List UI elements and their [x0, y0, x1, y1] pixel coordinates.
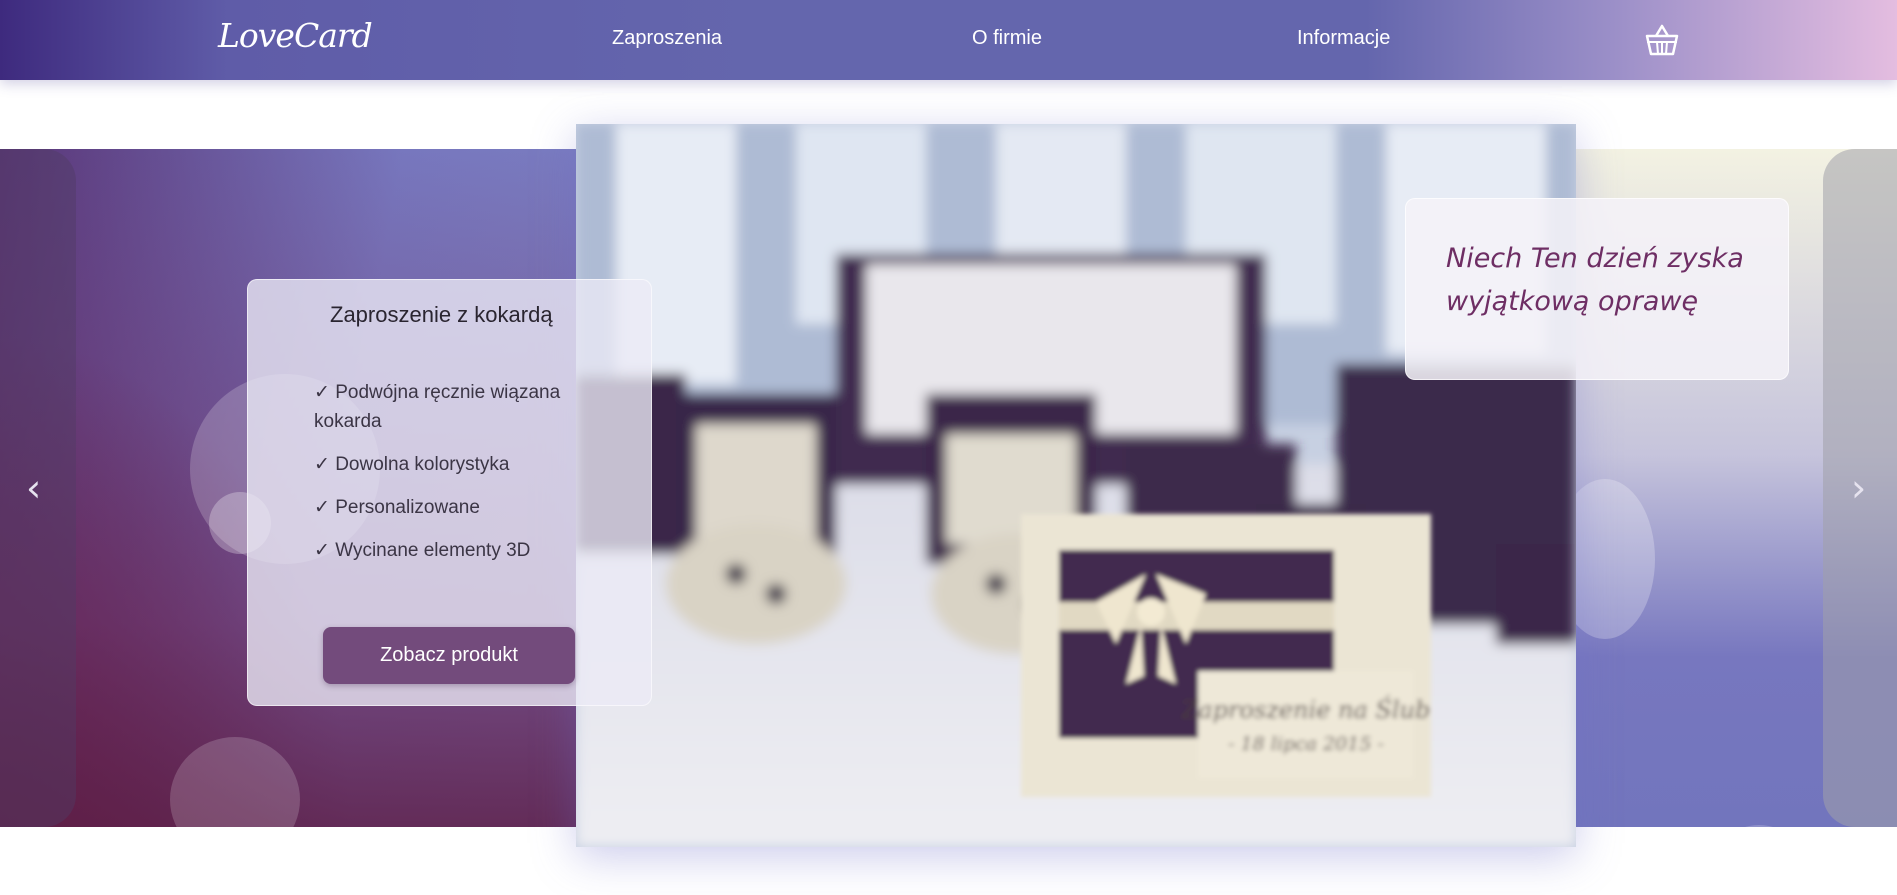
photo-card-text-1: Zaproszenie na Ślub — [1181, 695, 1431, 724]
slider-next-button[interactable]: › — [1851, 468, 1866, 508]
tagline-text: Niech Ten dzień zyska wyjątkową oprawę — [1446, 243, 1744, 317]
view-product-button[interactable]: Zobacz produkt — [323, 627, 575, 684]
product-info-card: Zaproszenie z kokardą ✓ Podwójna ręcznie… — [247, 279, 652, 706]
nav-link-informacje[interactable]: Informacje — [1297, 27, 1390, 50]
slider-prev-button[interactable]: ‹ — [26, 468, 41, 508]
tagline-card: Niech Ten dzień zyska wyjątkową oprawę — [1405, 198, 1789, 380]
product-title: Zaproszenie z kokardą — [330, 302, 553, 327]
top-navbar: LoveCard Zaproszenia O firmie Informacje — [0, 0, 1897, 80]
nav-link-o-firmie[interactable]: O firmie — [972, 27, 1042, 50]
feature-item: ✓ Personalizowane — [314, 497, 480, 518]
feature-item: ✓ Wycinane elementy 3D — [314, 540, 531, 561]
photo-card-text-2: - 18 lipca 2015 - — [1228, 733, 1384, 755]
feature-item: ✓ Podwójna ręcznie wiązana kokarda — [314, 382, 561, 432]
nav-link-zaproszenia[interactable]: Zaproszenia — [612, 27, 722, 50]
feature-item: ✓ Dowolna kolorystyka — [314, 454, 510, 475]
feature-list: ✓ Podwójna ręcznie wiązana kokarda ✓ Dow… — [314, 378, 614, 579]
brand-logo[interactable]: LoveCard — [218, 16, 373, 55]
basket-icon[interactable] — [1644, 22, 1680, 58]
